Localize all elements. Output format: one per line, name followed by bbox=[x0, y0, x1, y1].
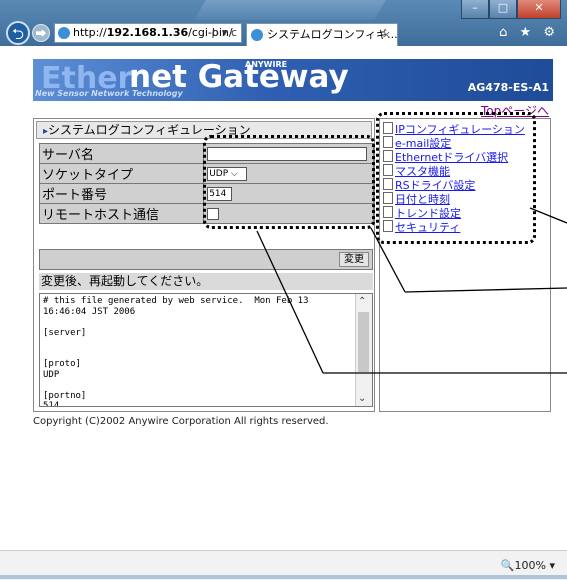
server-name-label: サーバ名 bbox=[38, 143, 205, 164]
close-window-button[interactable]: ✕ bbox=[517, 0, 561, 19]
address-bar[interactable]: http://192.168.1.36/cgi-bin/ ρ ▾ c bbox=[54, 23, 242, 43]
forward-arrow-icon: ⮕ bbox=[35, 27, 47, 40]
ethernet-gateway-banner: Ether net Gateway ANYWIRE New Sensor Net… bbox=[33, 59, 553, 101]
forward-button[interactable]: ⮕ bbox=[32, 24, 50, 42]
change-button[interactable]: 変更 bbox=[339, 252, 369, 267]
titlebar-decoration bbox=[194, 0, 386, 20]
button-row: 変更 bbox=[39, 249, 373, 270]
model-number: AG478-ES-A1 bbox=[467, 81, 549, 94]
address-search-refresh-icons[interactable]: ρ ▾ c bbox=[211, 24, 237, 42]
socket-type-label: ソケットタイプ bbox=[38, 163, 205, 184]
copyright-text: Copyright (C)2002 Anywire Corporation Al… bbox=[33, 416, 329, 427]
restart-message: 変更後、再起動してください。 bbox=[39, 273, 373, 290]
banner-anywire: ANYWIRE bbox=[245, 60, 288, 69]
address-host: 192.168.1.36 bbox=[106, 26, 189, 39]
address-prefix: http:// bbox=[73, 26, 107, 39]
scroll-up-icon[interactable]: ⌃ bbox=[358, 296, 366, 307]
config-log-textarea[interactable]: # this file generated by web service. Mo… bbox=[39, 293, 373, 407]
minimize-button[interactable]: – bbox=[461, 0, 489, 19]
maximize-button[interactable]: □ bbox=[489, 0, 517, 19]
window-controls: – □ ✕ bbox=[461, 0, 561, 19]
tab-title: システムログコンフィギ... bbox=[267, 28, 398, 41]
back-arrow-icon: ⮌ bbox=[11, 25, 24, 43]
navigation-bar: ⮌ ⮕ http://192.168.1.36/cgi-bin/ ρ ▾ c シ… bbox=[0, 20, 567, 46]
browser-titlebar: – □ ✕ ⮌ ⮕ http://192.168.1.36/cgi-bin/ ρ… bbox=[0, 0, 567, 46]
scroll-down-icon[interactable]: ⌄ bbox=[358, 393, 366, 404]
remote-host-label: リモートホスト通信 bbox=[38, 203, 205, 224]
config-log-text: # this file generated by web service. Mo… bbox=[43, 296, 309, 407]
toolbar-icons[interactable]: ⌂ ★ ⚙ bbox=[499, 25, 559, 40]
annotation-menu-outline bbox=[376, 112, 536, 244]
browser-tab[interactable]: システムログコンフィギ... × bbox=[246, 23, 398, 46]
log-scrollbar[interactable]: ⌃ ⌄ bbox=[355, 294, 372, 406]
annotation-form-outline bbox=[203, 135, 375, 229]
zoom-control[interactable]: 🔍100% ▾ bbox=[501, 559, 555, 572]
back-button[interactable]: ⮌ bbox=[6, 21, 30, 45]
ie-page-icon bbox=[58, 27, 70, 39]
tab-close-icon[interactable]: × bbox=[382, 24, 391, 45]
banner-subtitle: New Sensor Network Technology bbox=[35, 89, 183, 98]
taskbar-edge bbox=[0, 575, 567, 579]
ie-tab-icon bbox=[251, 29, 263, 41]
scroll-thumb[interactable] bbox=[358, 312, 369, 372]
port-number-label: ポート番号 bbox=[38, 183, 205, 204]
